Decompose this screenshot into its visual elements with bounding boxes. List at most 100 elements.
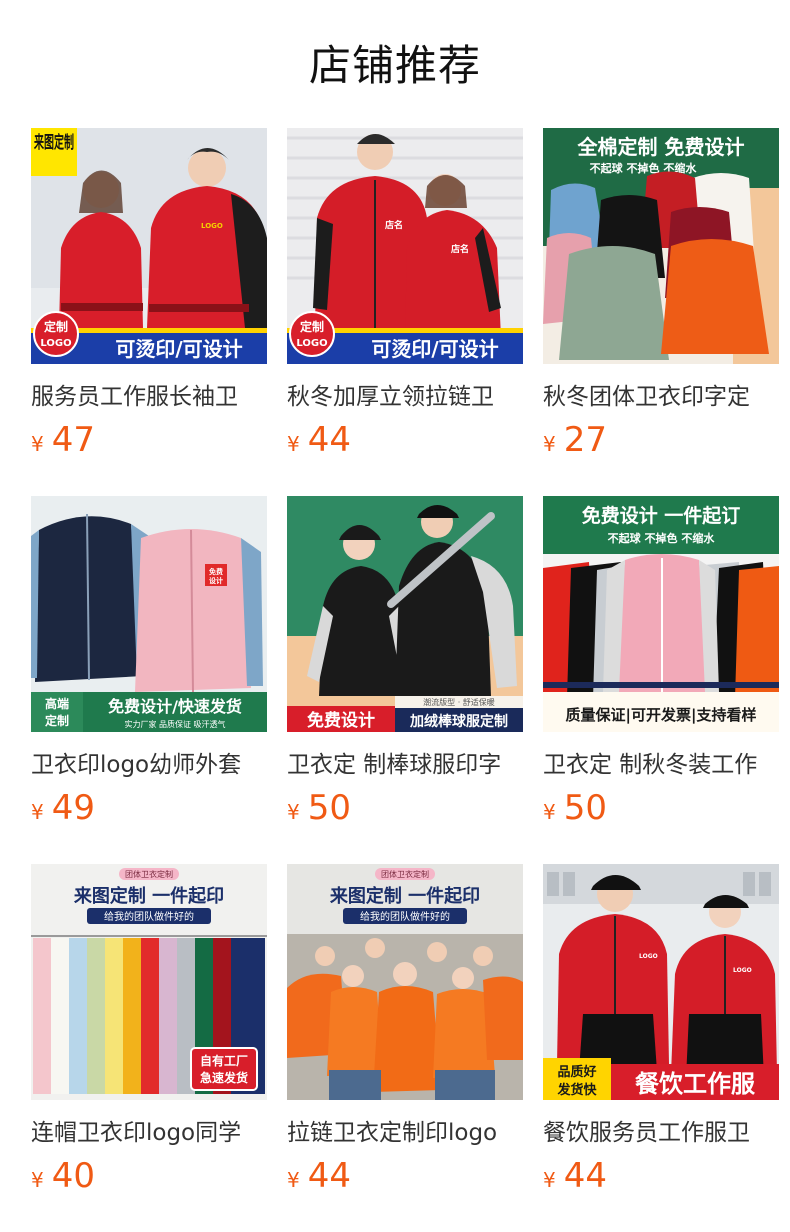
product-name[interactable]: 卫衣定 制秋冬装工作 (543, 750, 779, 780)
product-image[interactable]: 全棉定制 免费设计 不起球 不掉色 不缩水 (543, 128, 779, 364)
price-value: 44 (307, 420, 351, 460)
banner-text: 可烫印/可设计 (371, 337, 498, 361)
chest-print-line2: 设计 (209, 576, 223, 585)
product-card[interactable]: 团体卫衣定制 来图定制 一件起印 给我的团队做件好的 自有工厂 急速发货 连帽卫… (31, 864, 267, 1196)
round-badge-line1: 定制 (44, 319, 68, 334)
headline-text: 来图定制 一件起印 (329, 885, 480, 907)
banner-text: 免费设计/快速发货 (108, 697, 242, 716)
headline-text: 来图定制 一件起印 (73, 885, 224, 907)
price-value: 44 (307, 1156, 351, 1196)
badge-line2: 发货快 (556, 1082, 597, 1098)
product-name[interactable]: 秋冬团体卫衣印字定 (543, 382, 779, 412)
product-price: ¥ 44 (287, 420, 523, 460)
product-price: ¥ 27 (543, 420, 779, 460)
subline-text: 不起球 不掉色 不缩水 (608, 531, 716, 545)
headline-text: 免费设计 一件起订 (582, 504, 741, 527)
page-title: 店铺推荐 (308, 41, 481, 90)
product-card[interactable]: 团体卫衣定制 来图定制 一件起印 给我的团队做件好的 拉链卫衣定制印logo ¥… (287, 864, 523, 1196)
product-name[interactable]: 秋冬加厚立领拉链卫 (287, 382, 523, 412)
product-price: ¥ 40 (31, 1156, 267, 1196)
price-value: 50 (563, 788, 607, 828)
product-name[interactable]: 餐饮服务员工作服卫 (543, 1118, 779, 1148)
round-badge-line2: LOGO (40, 338, 71, 349)
product-image[interactable]: 免费设计 潮流版型 · 舒适保暖 加绒棒球服定制 (287, 496, 523, 732)
product-image[interactable]: 团体卫衣定制 来图定制 一件起印 给我的团队做件好的 自有工厂 急速发货 (31, 864, 267, 1100)
product-image[interactable]: 团体卫衣定制 来图定制 一件起印 给我的团队做件好的 (287, 864, 523, 1100)
banner-right-text: 加绒棒球服定制 (409, 713, 508, 730)
chest-print-text: LOGO (201, 222, 223, 230)
chest-print-text: LOGO (639, 953, 658, 960)
currency-symbol: ¥ (31, 432, 44, 456)
product-card[interactable]: 全棉定制 免费设计 不起球 不掉色 不缩水 秋冬团体卫衣印字定 ¥ 27 (543, 128, 779, 460)
currency-symbol: ¥ (31, 800, 44, 824)
subline-text: 给我的团队做件好的 (104, 910, 194, 923)
product-image-art: 店名 店名 可烫印/可设计 定制 LOGO (287, 128, 523, 364)
product-name[interactable]: 卫衣定 制棒球服印字 (287, 750, 523, 780)
tag-text: 团体卫衣定制 (125, 869, 173, 879)
product-card[interactable]: 免费设计 潮流版型 · 舒适保暖 加绒棒球服定制 卫衣定 制棒球服印字 ¥ 50 (287, 496, 523, 828)
product-price: ¥ 50 (287, 788, 523, 828)
currency-symbol: ¥ (543, 1168, 556, 1192)
product-name[interactable]: 拉链卫衣定制印logo (287, 1118, 523, 1148)
product-card[interactable]: 免费 设计 高端 定制 免费设计/快速发货 实力厂家 品质保证 吸汗透气 卫衣印… (31, 496, 267, 828)
price-value: 47 (51, 420, 95, 460)
product-card[interactable]: 免费设计 一件起订 不起球 不掉色 不缩水 质量保证|可开发票|支持看样 卫衣定… (543, 496, 779, 828)
left-badge-line2: 定制 (45, 713, 69, 728)
product-card[interactable]: LOGO 来图定制 可烫印/可设计 定制 LOGO 服务员工作服长袖卫 ¥ 47 (31, 128, 267, 460)
price-value: 40 (51, 1156, 95, 1196)
price-value: 44 (563, 1156, 607, 1196)
product-image-art: 免费 设计 高端 定制 免费设计/快速发货 实力厂家 品质保证 吸汗透气 (31, 496, 267, 732)
tag-text: 团体卫衣定制 (381, 869, 429, 879)
banner-sub-text: 实力厂家 品质保证 吸汗透气 (124, 719, 225, 729)
product-image[interactable]: LOGO 来图定制 可烫印/可设计 定制 LOGO (31, 128, 267, 364)
product-image[interactable]: 免费设计 一件起订 不起球 不掉色 不缩水 质量保证|可开发票|支持看样 (543, 496, 779, 732)
badge-line1: 自有工厂 (200, 1053, 248, 1068)
headline-text: 全棉定制 免费设计 (577, 135, 745, 159)
product-image-art: 免费设计 一件起订 不起球 不掉色 不缩水 质量保证|可开发票|支持看样 (543, 496, 779, 732)
product-price: ¥ 44 (543, 1156, 779, 1196)
product-image-art: 团体卫衣定制 来图定制 一件起印 给我的团队做件好的 自有工厂 急速发货 (31, 864, 267, 1100)
price-value: 50 (307, 788, 351, 828)
product-name[interactable]: 卫衣印logo幼师外套 (31, 750, 267, 780)
product-image[interactable]: LOGO LOGO 餐饮工作服 品质好 发货快 (543, 864, 779, 1100)
product-name[interactable]: 服务员工作服长袖卫 (31, 382, 267, 412)
product-image[interactable]: 店名 店名 可烫印/可设计 定制 LOGO (287, 128, 523, 364)
banner-left-text: 免费设计 (307, 710, 375, 731)
currency-symbol: ¥ (287, 800, 300, 824)
banner-text: 质量保证|可开发票|支持看样 (566, 706, 757, 725)
currency-symbol: ¥ (31, 1168, 44, 1192)
product-image-art: 团体卫衣定制 来图定制 一件起印 给我的团队做件好的 (287, 864, 523, 1100)
product-price: ¥ 49 (31, 788, 267, 828)
product-image[interactable]: 免费 设计 高端 定制 免费设计/快速发货 实力厂家 品质保证 吸汗透气 (31, 496, 267, 732)
banner-text: 餐饮工作服 (635, 1070, 756, 1098)
product-card[interactable]: 店名 店名 可烫印/可设计 定制 LOGO 秋冬加厚立领拉链卫 ¥ 44 (287, 128, 523, 460)
subline-text: 给我的团队做件好的 (360, 910, 450, 923)
price-value: 49 (51, 788, 95, 828)
left-badge-line1: 高端 (45, 696, 69, 711)
badge-line1: 品质好 (557, 1064, 596, 1080)
currency-symbol: ¥ (543, 800, 556, 824)
corner-badge-text: 来图定制 (33, 132, 74, 153)
badge-line2: 急速发货 (200, 1070, 248, 1085)
banner-text: 可烫印/可设计 (115, 337, 242, 361)
product-price: ¥ 47 (31, 420, 267, 460)
product-image-art: 全棉定制 免费设计 不起球 不掉色 不缩水 (543, 128, 779, 364)
chest-print-line1: 免费 (209, 567, 223, 576)
chest-print-text: LOGO (733, 967, 752, 974)
product-price: ¥ 50 (543, 788, 779, 828)
chest-print-text: 店名 (451, 243, 469, 255)
product-price: ¥ 44 (287, 1156, 523, 1196)
round-badge-line2: LOGO (296, 338, 327, 349)
product-image-art: LOGO LOGO 餐饮工作服 品质好 发货快 (543, 864, 779, 1100)
product-card[interactable]: LOGO LOGO 餐饮工作服 品质好 发货快 餐饮服务员工作服卫 ¥ 44 (543, 864, 779, 1196)
product-name[interactable]: 连帽卫衣印logo同学 (31, 1118, 267, 1148)
round-badge-line1: 定制 (300, 319, 324, 334)
price-value: 27 (563, 420, 607, 460)
chest-print-text: 店名 (385, 219, 403, 231)
product-image-art: LOGO 来图定制 可烫印/可设计 定制 LOGO (31, 128, 267, 364)
currency-symbol: ¥ (287, 1168, 300, 1192)
subline-text: 不起球 不掉色 不缩水 (590, 161, 698, 175)
product-image-art: 免费设计 潮流版型 · 舒适保暖 加绒棒球服定制 (287, 496, 523, 732)
banner-tag-text: 潮流版型 · 舒适保暖 (423, 697, 495, 707)
currency-symbol: ¥ (543, 432, 556, 456)
